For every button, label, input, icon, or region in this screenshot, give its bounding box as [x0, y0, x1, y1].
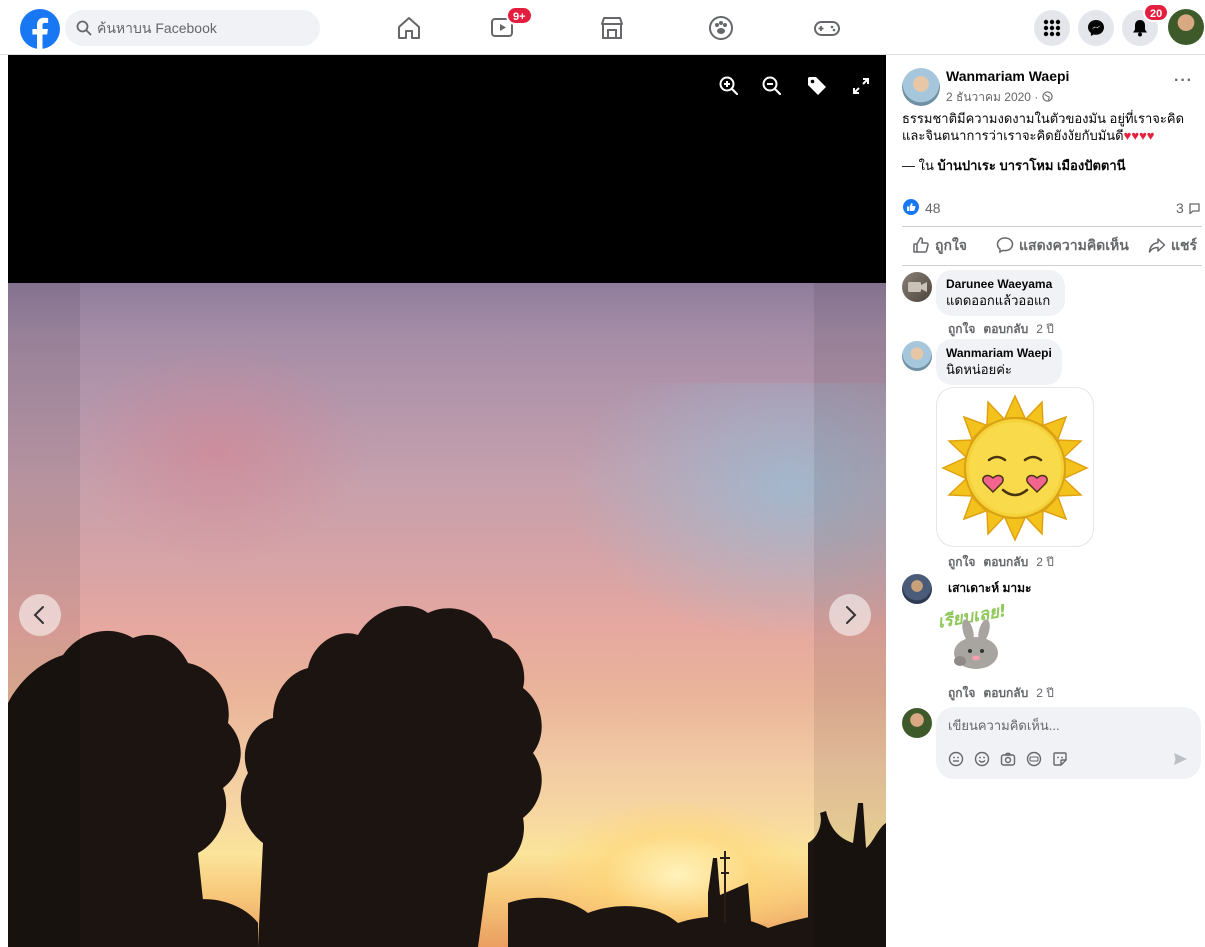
next-photo-button[interactable]	[829, 594, 871, 636]
sunflower-sticker	[936, 387, 1094, 547]
heart-emojis: ♥♥♥♥	[1123, 128, 1155, 143]
chevron-left-icon	[33, 606, 44, 624]
search-box[interactable]	[65, 10, 320, 46]
comment-count-number: 3	[1176, 200, 1184, 216]
photo-viewer	[8, 55, 886, 947]
thumbs-up-icon	[913, 237, 929, 253]
post-text: ธรรมชาติมีความงดงามในตัวของมัน อยู่ที่เร…	[902, 110, 1202, 144]
messenger-button[interactable]	[1078, 10, 1114, 46]
comment-bubble: Darunee Waeyama แดดออกแล้วออแก	[936, 270, 1065, 316]
avatar-sticker-icon[interactable]	[948, 751, 964, 767]
comment-label: แสดงความคิดเห็น	[1019, 237, 1129, 253]
divider	[902, 265, 1202, 266]
zoom-out-icon[interactable]	[759, 73, 785, 99]
search-icon	[76, 20, 92, 36]
globe-icon	[1041, 91, 1053, 102]
checkin-place-link[interactable]: บ้านปาเระ บาราโหม เมืองปัตตานี	[937, 158, 1125, 173]
share-label: แชร์	[1171, 237, 1198, 253]
commenter-avatar[interactable]	[902, 272, 932, 302]
comment-composer	[936, 707, 1201, 779]
my-avatar[interactable]	[902, 708, 932, 738]
camera-icon[interactable]	[1000, 751, 1016, 767]
facebook-logo-icon[interactable]	[20, 9, 60, 49]
more-options-button[interactable]: ···	[1174, 72, 1194, 92]
poster-name[interactable]: Wanmariam Waepi	[946, 68, 1069, 84]
comment-button[interactable]: แสดงความคิดเห็น	[996, 235, 1129, 257]
grid-menu-icon	[1043, 19, 1061, 37]
bunny-sticker: เรียบเลย!	[936, 601, 1016, 675]
groups-icon[interactable]	[706, 13, 736, 43]
like-label: ถูกใจ	[935, 237, 967, 253]
previous-photo-button[interactable]	[19, 594, 61, 636]
home-icon[interactable]	[394, 13, 424, 43]
comment-icon	[996, 237, 1014, 254]
comment-meta: ถูกใจ ตอบกลับ 2 ปี	[948, 320, 1062, 339]
checkin-prefix: — ใน	[902, 158, 938, 173]
bell-icon	[1133, 20, 1147, 37]
comment-meta: ถูกใจ ตอบกลับ 2 ปี	[948, 553, 1062, 572]
gif-icon[interactable]	[1026, 751, 1042, 767]
top-navigation-bar: 9+	[0, 0, 1205, 55]
share-icon	[1148, 238, 1166, 253]
comment-time[interactable]: 2 ปี	[1036, 555, 1054, 569]
checkin-line: — ใน บ้านปาเระ บาราโหม เมืองปัตตานี	[902, 155, 1126, 176]
comment-like-link[interactable]: ถูกใจ	[948, 322, 975, 336]
comment-author[interactable]: Wanmariam Waepi	[946, 346, 1052, 361]
comment-text: นิดหน่อยค่ะ	[946, 362, 1012, 377]
like-reaction-icon[interactable]	[903, 199, 919, 215]
poster-avatar[interactable]	[902, 68, 940, 106]
comment-reply-link[interactable]: ตอบกลับ	[983, 686, 1028, 700]
messenger-icon	[1088, 20, 1104, 36]
share-button[interactable]: แชร์	[1148, 235, 1197, 257]
comment-like-link[interactable]: ถูกใจ	[948, 555, 975, 569]
comment-author[interactable]: Darunee Waeyama	[946, 277, 1055, 292]
commenter-avatar[interactable]	[902, 574, 932, 604]
zoom-in-icon[interactable]	[716, 73, 742, 99]
marketplace-icon[interactable]	[597, 13, 627, 43]
tree-silhouettes	[8, 606, 886, 947]
sticker-icon[interactable]	[1052, 751, 1068, 767]
send-icon[interactable]	[1172, 751, 1188, 767]
comment-meta: ถูกใจ ตอบกลับ 2 ปี	[948, 684, 1062, 703]
commenter-avatar[interactable]	[902, 341, 932, 371]
tag-icon[interactable]	[804, 73, 830, 99]
search-input[interactable]	[97, 10, 312, 46]
video-camera-icon	[908, 282, 927, 292]
menu-button[interactable]	[1034, 10, 1070, 46]
comment-like-link[interactable]: ถูกใจ	[948, 686, 975, 700]
like-count[interactable]: 48	[925, 200, 941, 216]
comment-text: แดดออกแล้วออแก	[946, 293, 1051, 308]
comment-count[interactable]: 3	[1176, 200, 1201, 216]
gaming-icon[interactable]	[812, 13, 842, 43]
fullscreen-icon[interactable]	[848, 73, 874, 99]
divider	[902, 226, 1202, 227]
emoji-icon[interactable]	[974, 751, 990, 767]
watch-badge: 9+	[506, 6, 533, 25]
post-date-text: 2 ธันวาคม 2020 ·	[946, 90, 1042, 104]
profile-avatar[interactable]	[1168, 9, 1204, 45]
comment-input[interactable]	[948, 715, 1188, 735]
comment-reply-link[interactable]: ตอบกลับ	[983, 555, 1028, 569]
post-details-panel: Wanmariam Waepi 2 ธันวาคม 2020 · ··· ธรร…	[886, 55, 1205, 947]
comment-bubble-icon	[1189, 203, 1200, 215]
comment-time[interactable]: 2 ปี	[1036, 686, 1054, 700]
chevron-right-icon	[846, 606, 857, 624]
like-button[interactable]: ถูกใจ	[912, 235, 967, 257]
comment-time[interactable]: 2 ปี	[1036, 322, 1054, 336]
comment-bubble: Wanmariam Waepi นิดหน่อยค่ะ	[936, 339, 1062, 385]
notification-badge: 20	[1143, 3, 1170, 22]
post-date[interactable]: 2 ธันวาคม 2020 ·	[946, 88, 1053, 107]
comment-author[interactable]: เสาเดาะห์ มามะ	[948, 581, 1032, 596]
comment-reply-link[interactable]: ตอบกลับ	[983, 322, 1028, 336]
sunset-photo	[8, 283, 886, 947]
